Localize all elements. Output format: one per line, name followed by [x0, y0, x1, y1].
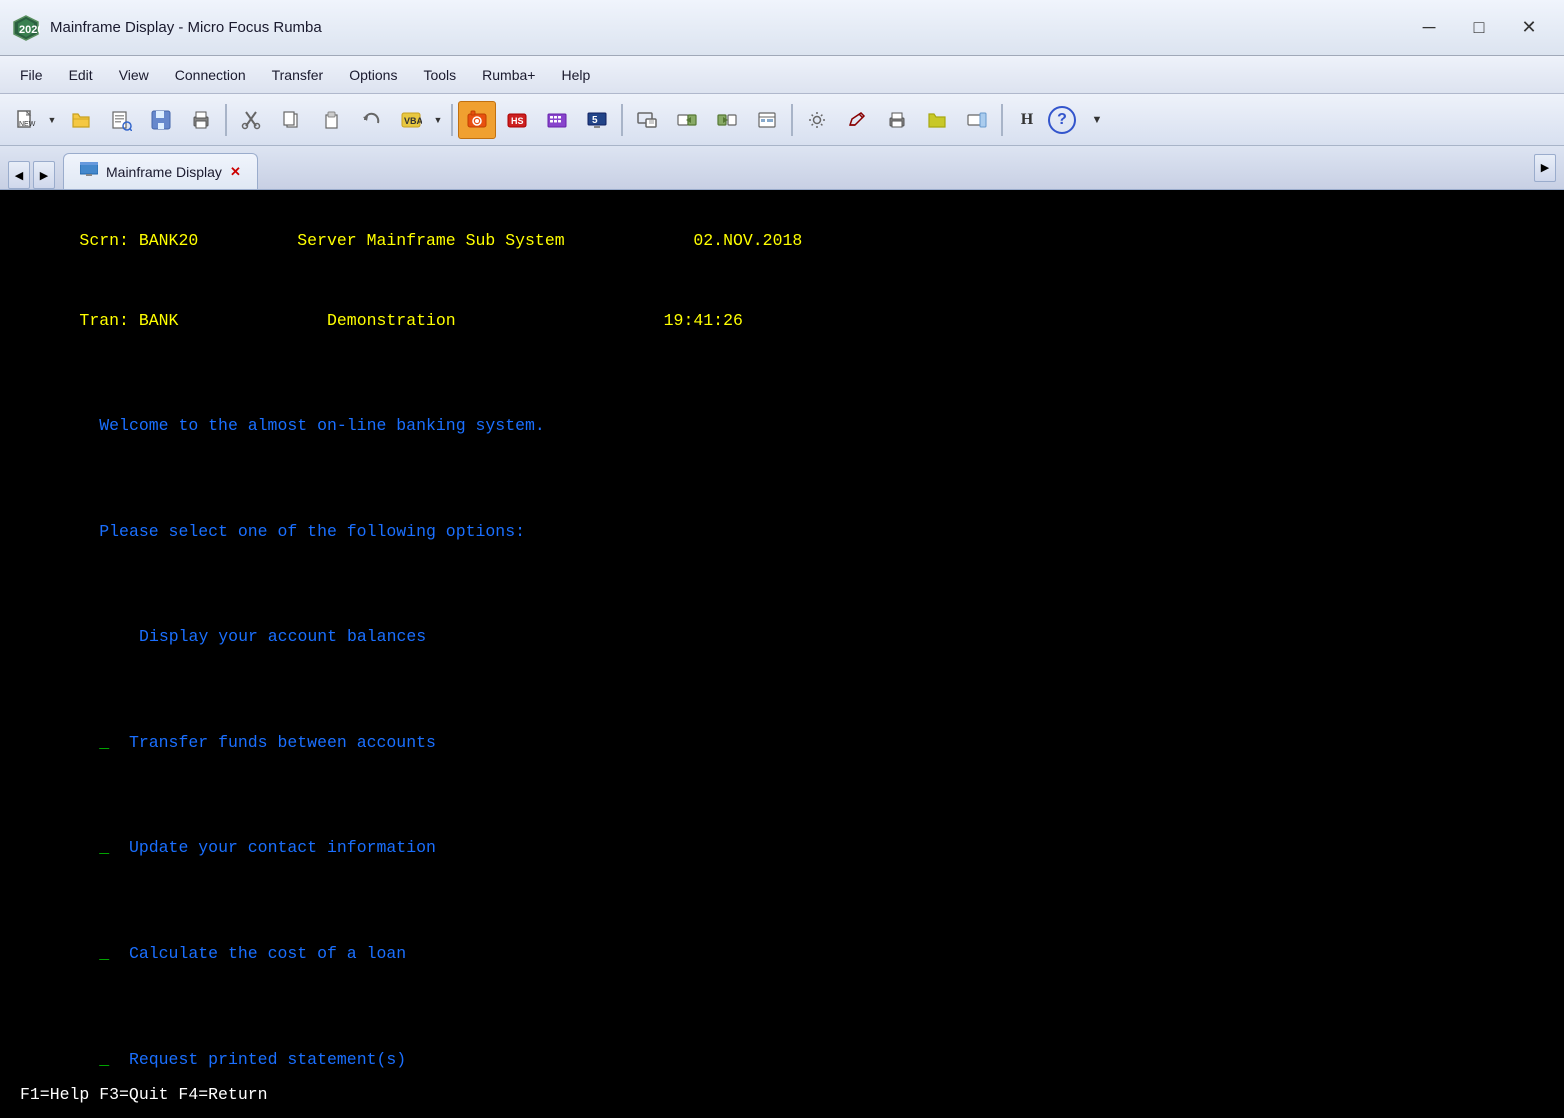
copy-button[interactable] [272, 101, 310, 139]
separator-2 [451, 104, 453, 136]
terminal-header-row2: Tran: BANK Demonstration 19:41:26 [20, 281, 1544, 360]
heading-button[interactable]: H [1008, 101, 1046, 139]
undo-button[interactable] [352, 101, 390, 139]
system-subtitle: Demonstration [327, 311, 456, 330]
option-1-text: Display your account balances [139, 627, 426, 646]
tab-bar: ◀ ▶ Mainframe Display ✕ ▶ [0, 146, 1564, 190]
hotspot-button[interactable]: HS [498, 101, 536, 139]
keypad-button[interactable] [538, 101, 576, 139]
tab-scroll-right[interactable]: ▶ [33, 161, 55, 189]
open-button[interactable] [62, 101, 100, 139]
minimize-button[interactable]: ─ [1406, 10, 1452, 46]
screen-capture-button[interactable] [628, 101, 666, 139]
svg-text:HS: HS [511, 116, 524, 126]
menu-transfer[interactable]: Transfer [260, 63, 336, 87]
tab-close-button[interactable]: ✕ [230, 164, 241, 180]
svg-text:2020: 2020 [19, 24, 40, 36]
save-button[interactable] [142, 101, 180, 139]
tran-label: Tran: BANK [79, 311, 178, 330]
terminal-status-bar: F1=Help F3=Quit F4=Return [0, 1077, 1564, 1118]
welcome-text: Welcome to the almost on-line banking sy… [99, 416, 545, 435]
paste-button[interactable] [312, 101, 350, 139]
tab-overflow-button[interactable]: ▶ [1534, 154, 1556, 182]
print-preview-button[interactable] [102, 101, 140, 139]
separator-3 [621, 104, 623, 136]
system-title: Server Mainframe Sub System [297, 231, 564, 250]
content-wrapper: Scrn: BANK20 Server Mainframe Sub System… [0, 190, 1564, 1118]
display5-button[interactable]: 5 [578, 101, 616, 139]
menu-tools[interactable]: Tools [411, 63, 468, 87]
separator-5 [1001, 104, 1003, 136]
scrn-label: Scrn: BANK20 [79, 231, 198, 250]
prompt-text: Please select one of the following optio… [99, 522, 525, 541]
open2-button[interactable] [918, 101, 956, 139]
menu-input-1[interactable] [99, 627, 119, 646]
snapshot-button[interactable] [458, 101, 496, 139]
maximize-button[interactable]: □ [1456, 10, 1502, 46]
menu-option-5: _ Request printed statement(s) [20, 1020, 1544, 1077]
time-label: 19:41:26 [664, 311, 743, 330]
cut-button[interactable] [232, 101, 270, 139]
toolbar-more-button[interactable]: ▼ [1078, 101, 1116, 139]
toolbar: NEW ▼ VBA ▼ HS 5 [0, 94, 1564, 146]
menu-edit[interactable]: Edit [57, 63, 105, 87]
window-controls: ─ □ ✕ [1406, 10, 1552, 46]
terminal-prompt: Please select one of the following optio… [20, 492, 1544, 571]
print3-button[interactable] [878, 101, 916, 139]
svg-text:NEW: NEW [19, 121, 36, 128]
option-4-text: Calculate the cost of a loan [129, 944, 406, 963]
new-dropdown-button[interactable]: ▼ [44, 101, 60, 139]
menu-options[interactable]: Options [337, 63, 409, 87]
tab-scroll-arrows: ◀ ▶ [8, 161, 55, 189]
menu-rumba-plus[interactable]: Rumba+ [470, 63, 547, 87]
terminal-area[interactable]: Scrn: BANK20 Server Mainframe Sub System… [0, 190, 1564, 1077]
separator-4 [791, 104, 793, 136]
macro-dropdown[interactable]: ▼ [430, 101, 446, 139]
menu-option-4: _ Calculate the cost of a loan [20, 915, 1544, 994]
date-label: 02.NOV.2018 [693, 231, 802, 250]
menu-view[interactable]: View [107, 63, 161, 87]
tab-icon [80, 162, 98, 181]
terminal-welcome: Welcome to the almost on-line banking sy… [20, 387, 1544, 466]
option-2-text: Transfer funds between accounts [129, 733, 436, 752]
menu-option-2: _ Transfer funds between accounts [20, 703, 1544, 782]
terminal-header-row1: Scrn: BANK20 Server Mainframe Sub System… [20, 202, 1544, 281]
menu-connection[interactable]: Connection [163, 63, 258, 87]
receive-button[interactable] [708, 101, 746, 139]
window-title: Mainframe Display - Micro Focus Rumba [50, 19, 1396, 36]
edit-tool-button[interactable] [838, 101, 876, 139]
status-text: F1=Help F3=Quit F4=Return [20, 1085, 268, 1104]
svg-text:VBA: VBA [404, 116, 422, 126]
option-5-text: Request printed statement(s) [129, 1050, 406, 1069]
send-button[interactable] [668, 101, 706, 139]
close-button[interactable]: ✕ [1506, 10, 1552, 46]
help-button[interactable]: ? [1048, 106, 1076, 134]
separator-1 [225, 104, 227, 136]
macro-button[interactable]: VBA [392, 101, 430, 139]
settings-button[interactable] [798, 101, 836, 139]
queue-button[interactable] [748, 101, 786, 139]
app-icon: 2020 [12, 14, 40, 42]
tab-label: Mainframe Display [106, 164, 222, 180]
menu-file[interactable]: File [8, 63, 55, 87]
svg-text:5: 5 [592, 115, 598, 126]
tools3-button[interactable] [958, 101, 996, 139]
print-button[interactable] [182, 101, 220, 139]
tab-scroll-left[interactable]: ◀ [8, 161, 30, 189]
new-button[interactable]: NEW [6, 101, 44, 139]
menu-option-1: Display your account balances [20, 598, 1544, 677]
option-3-text: Update your contact information [129, 838, 436, 857]
title-bar: 2020 Mainframe Display - Micro Focus Rum… [0, 0, 1564, 56]
mainframe-display-tab[interactable]: Mainframe Display ✕ [63, 153, 258, 189]
menu-option-3: _ Update your contact information [20, 809, 1544, 888]
menu-bar: File Edit View Connection Transfer Optio… [0, 56, 1564, 94]
menu-help[interactable]: Help [549, 63, 602, 87]
